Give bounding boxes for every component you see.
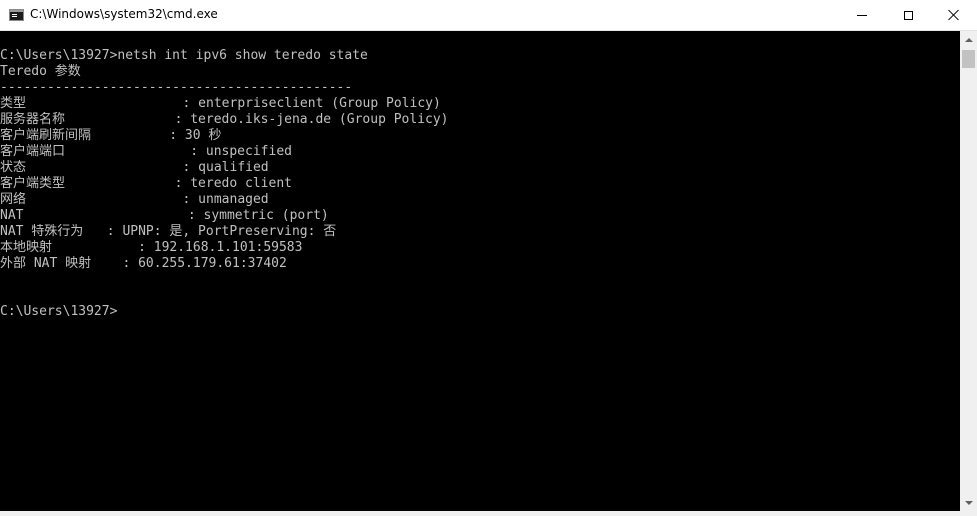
scroll-down-button[interactable] [960, 494, 977, 511]
window-title: C:\Windows\system32\cmd.exe [30, 7, 218, 21]
console-line: 状态 : qualified [0, 160, 269, 175]
console-line: 客户端端口 : unspecified [0, 144, 292, 159]
vertical-scrollbar[interactable] [960, 31, 977, 511]
console-line: Teredo 参数 [0, 64, 81, 79]
console-line: NAT : symmetric (port) [0, 208, 329, 223]
scroll-up-button[interactable] [960, 31, 977, 48]
console-line: 服务器名称 : teredo.iks-jena.de (Group Policy… [0, 112, 449, 127]
window-bottom-border [0, 511, 977, 516]
console-line: 外部 NAT 映射 : 60.255.179.61:37402 [0, 256, 287, 271]
cmd-icon[interactable] [9, 9, 24, 21]
console-line: C:\Users\13927>netsh int ipv6 show tered… [0, 48, 368, 63]
console-output[interactable]: C:\Users\13927>netsh int ipv6 show tered… [0, 48, 958, 508]
close-icon [948, 9, 960, 21]
title-bar[interactable]: C:\Windows\system32\cmd.exe [0, 0, 977, 31]
arrow-down-icon [964, 500, 973, 505]
console-line: 客户端刷新间隔 : 30 秒 [0, 128, 222, 143]
maximize-button[interactable] [885, 0, 931, 30]
console-prompt[interactable]: C:\Users\13927> [0, 304, 958, 320]
console-line: ----------------------------------------… [0, 80, 353, 95]
console-line: 客户端类型 : teredo client [0, 176, 292, 191]
console-line: 本地映射 : 192.168.1.101:59583 [0, 240, 303, 255]
cmd-window: C:\Windows\system32\cmd.exe C:\Users\139… [0, 0, 977, 516]
scroll-thumb[interactable] [962, 50, 975, 68]
console-line: 网络 : unmanaged [0, 192, 269, 207]
minimize-icon [857, 14, 867, 16]
console-line: NAT 特殊行为 : UPNP: 是, PortPreserving: 否 [0, 224, 337, 239]
close-button[interactable] [931, 0, 977, 30]
minimize-button[interactable] [839, 0, 885, 30]
arrow-up-icon [964, 37, 973, 42]
console-line: 类型 : enterpriseclient (Group Policy) [0, 96, 441, 111]
maximize-icon [903, 10, 913, 20]
